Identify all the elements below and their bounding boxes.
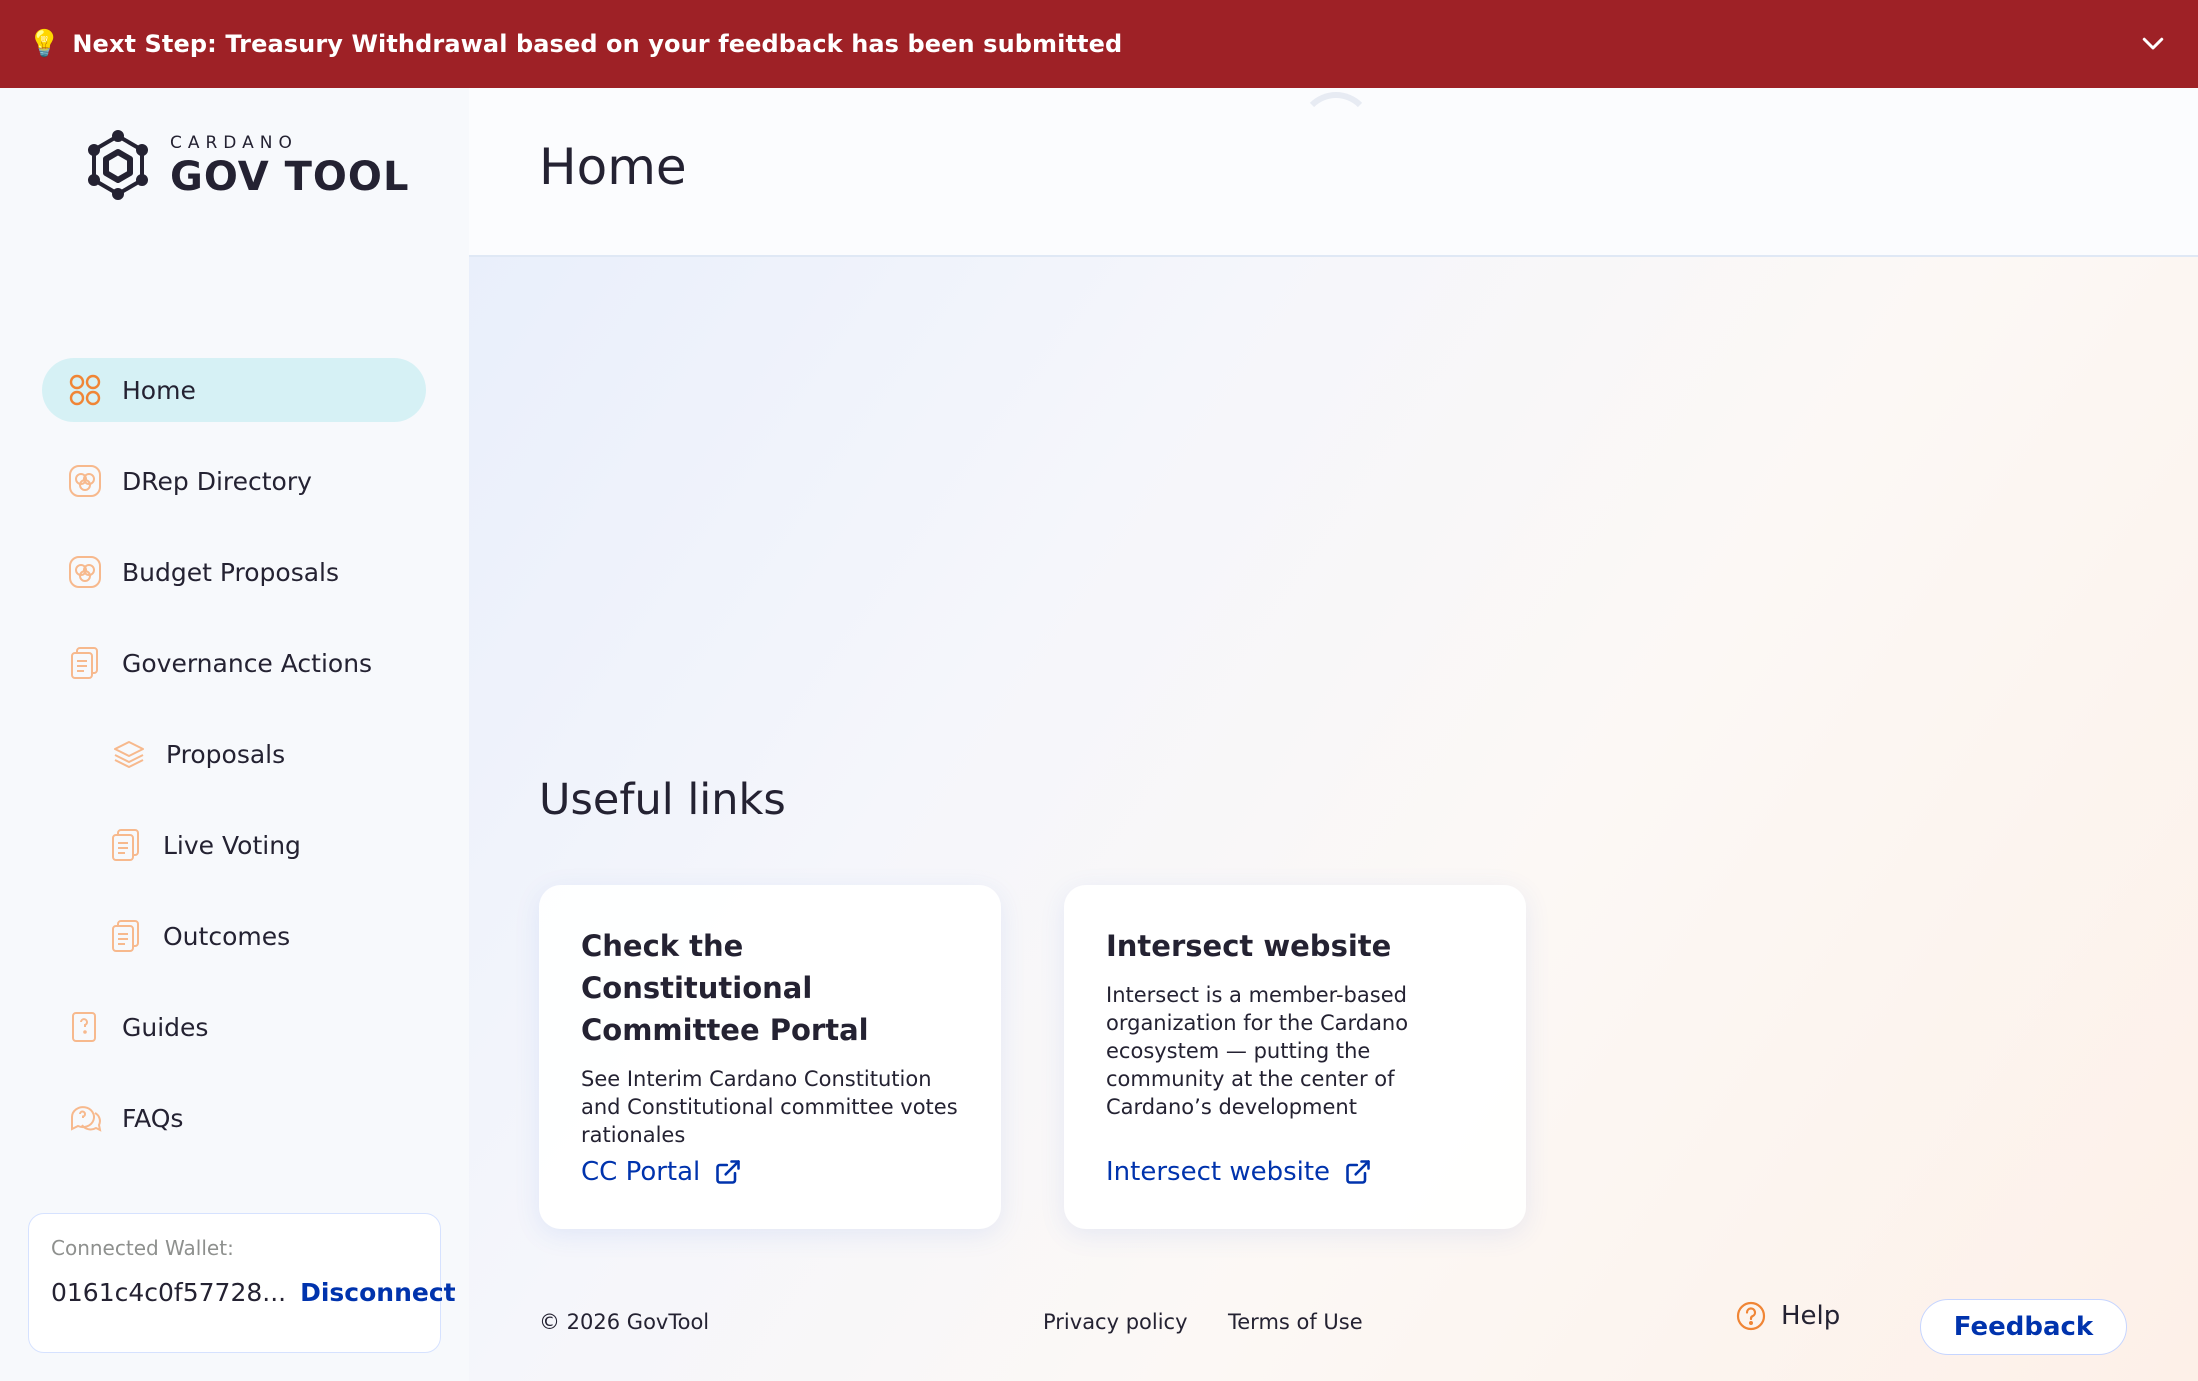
page-title: Home [539,138,687,196]
budget-icon [69,556,101,588]
connected-wallet-panel: Connected Wallet: 0161c4c0f57728... Disc… [28,1213,456,1353]
help-button[interactable]: Help [1735,1300,1840,1332]
document-icon [112,829,139,861]
sidebar-item-home[interactable]: Home [42,358,426,422]
govtool-logo[interactable]: CARDANO GOV TOOL [80,128,409,204]
terms-of-use-link[interactable]: Terms of Use [1228,1310,1363,1334]
help-icon [1736,1301,1766,1331]
notification-banner: 💡 Next Step: Treasury Withdrawal based o… [0,0,2198,88]
document-icon [71,647,98,679]
external-link-icon [716,1160,741,1184]
sidebar-item-guides[interactable]: Guides [42,995,426,1059]
sidebar-item-live-voting[interactable]: Live Voting [42,813,426,877]
cc-portal-link[interactable]: CC Portal [581,1157,742,1187]
sidebar: CARDANO GOV TOOL Home DRep Directory Bud… [0,88,469,1381]
card-link-label: CC Portal [581,1157,701,1187]
intersect-website-link[interactable]: Intersect website [1106,1157,1372,1187]
card-description: Intersect is a member-based organization… [1106,983,1409,1119]
sidebar-item-drep-directory[interactable]: DRep Directory [42,449,426,513]
lightbulb-icon: 💡 [28,29,61,59]
logo-small-text: CARDANO [170,133,298,153]
sidebar-item-label: Guides [122,1012,209,1042]
sidebar-item-governance-actions[interactable]: Governance Actions [42,631,426,695]
sidebar-item-label: DRep Directory [122,466,312,496]
sidebar-nav: Home DRep Directory Budget Proposals Gov… [42,358,426,1177]
sidebar-item-label: FAQs [122,1103,184,1133]
chevron-down-icon[interactable] [2138,28,2168,58]
card-description: See Interim Cardano Constitution and Con… [581,1067,958,1147]
sidebar-item-label: Governance Actions [122,648,373,678]
privacy-policy-link[interactable]: Privacy policy [1043,1310,1188,1334]
intersect-website-card: Intersect website Intersect is a member-… [1064,885,1526,1229]
sidebar-item-label: Outcomes [163,921,291,951]
sidebar-item-label: Live Voting [163,830,301,860]
copyright-text: © 2026 GovTool [539,1310,710,1334]
drep-icon [69,465,101,497]
main-content: Useful links Check the Constitutional Co… [469,257,2198,1381]
guide-icon [72,1012,96,1042]
sidebar-item-outcomes[interactable]: Outcomes [42,904,426,968]
page-header: Home [469,88,2198,257]
useful-links-title: Useful links [539,775,786,825]
document-icon [112,920,139,952]
feedback-label: Feedback [1953,1312,2094,1342]
stack-icon [114,741,144,768]
feedback-button[interactable]: Feedback [1920,1299,2127,1355]
card-title: Check the Constitutional Committee Porta… [581,929,869,1047]
sidebar-item-budget-proposals[interactable]: Budget Proposals [42,540,426,604]
banner-message: Next Step: Treasury Withdrawal based on … [72,30,1123,58]
govtool-logo-icon [88,130,148,200]
sidebar-item-faqs[interactable]: FAQs [42,1086,426,1150]
cc-portal-card: Check the Constitutional Committee Porta… [539,885,1001,1229]
external-link-icon [1346,1160,1370,1184]
wallet-address: 0161c4c0f57728... [51,1278,287,1307]
loading-spinner [1299,92,1373,166]
card-title: Intersect website [1106,929,1392,963]
sidebar-item-label: Home [122,375,196,405]
faq-icon [71,1106,102,1132]
grid-icon [69,374,101,406]
logo-big-text: GOV TOOL [170,154,410,200]
card-link-label: Intersect website [1106,1157,1331,1187]
sidebar-item-label: Budget Proposals [122,557,340,587]
sidebar-item-label: Proposals [166,739,286,769]
sidebar-item-proposals[interactable]: Proposals [42,722,426,786]
help-label: Help [1781,1301,1841,1331]
wallet-caption: Connected Wallet: [51,1236,234,1260]
disconnect-button[interactable]: Disconnect [300,1278,456,1307]
